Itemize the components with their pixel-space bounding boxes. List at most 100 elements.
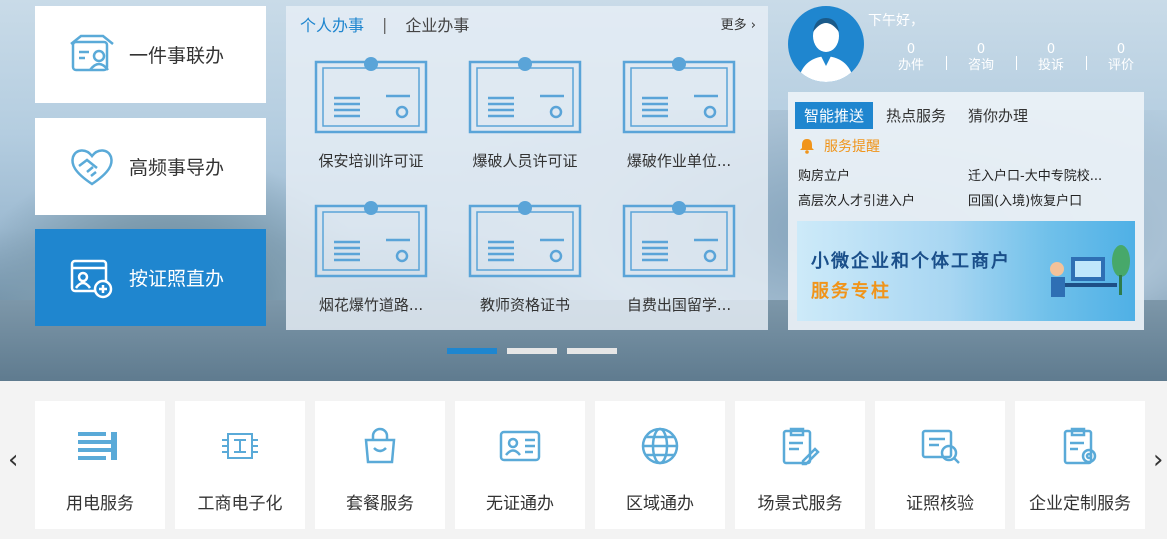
- stat-label: 办件: [897, 58, 924, 73]
- stat-consult[interactable]: 0 咨询: [946, 42, 1016, 74]
- bell-icon: [800, 139, 814, 154]
- card-label: 自费出国留学...: [626, 296, 732, 314]
- tile-by-license[interactable]: 按证照直办: [35, 229, 266, 326]
- certificate-icon: [468, 201, 582, 278]
- certificate-icon: [314, 57, 428, 134]
- link-return-registration[interactable]: 回国(入境)恢复户口: [968, 190, 1138, 209]
- service-cards-panel: 个人办事 | 企业办事 更多 › 保安培训许可证 爆破人员许可证 爆破作业单位.…: [286, 6, 768, 330]
- link-college-move-in[interactable]: 迁入户口-大中专院校...: [968, 165, 1138, 184]
- tab-separator: |: [382, 14, 388, 34]
- service-regional[interactable]: 区域通办: [595, 401, 725, 529]
- carousel-dot[interactable]: [567, 348, 617, 354]
- card-label: 教师资格证书: [479, 296, 570, 314]
- tab-hot-services[interactable]: 热点服务: [877, 102, 955, 129]
- tab-enterprise[interactable]: 企业办事: [405, 12, 469, 36]
- user-silhouette-icon: [798, 18, 854, 82]
- service-label: 无证通办: [486, 494, 554, 514]
- shopping-bag-icon: [315, 421, 445, 471]
- office-illustration-icon: [1050, 245, 1130, 297]
- service-label: 场景式服务: [757, 494, 843, 514]
- card-blasting-personnel[interactable]: 爆破人员许可证: [455, 56, 595, 171]
- chip-icon: [175, 421, 305, 471]
- service-label: 企业定制服务: [1029, 494, 1131, 514]
- service-reminder: 服务提醒: [798, 136, 880, 156]
- card-fireworks-road[interactable]: 烟花爆竹道路...: [301, 200, 441, 315]
- service-label: 区域通办: [626, 494, 694, 514]
- service-label: 工商电子化: [197, 494, 283, 514]
- banner-subtitle: 服务专柱: [811, 281, 891, 302]
- service-no-cert[interactable]: 无证通办: [455, 401, 585, 529]
- next-arrow-icon[interactable]: ›: [1153, 445, 1163, 475]
- stat-value: 0: [1046, 42, 1056, 57]
- certificate-icon: [314, 201, 428, 278]
- tab-guess[interactable]: 猜你办理: [959, 102, 1037, 129]
- recommended-links: 购房立户 迁入户口-大中专院校... 高层次人才引进入户 回国(入境)恢复户口: [798, 162, 1138, 212]
- tile-label: 按证照直办: [129, 268, 225, 290]
- user-summary: 下午好， 0 办件 0 咨询 0 投诉 0 评价: [788, 6, 1144, 90]
- recommendation-tabs: 智能推送 热点服务 猜你办理: [795, 102, 1041, 129]
- card-teacher-cert[interactable]: 教师资格证书: [455, 200, 595, 315]
- service-ic-e[interactable]: 工商电子化: [175, 401, 305, 529]
- chevron-right-icon: ›: [750, 18, 756, 33]
- tile-label: 高频事导办: [129, 157, 225, 179]
- link-row: 高层次人才引进入户 回国(入境)恢复户口: [798, 187, 1138, 212]
- certificate-icon: [622, 57, 736, 134]
- service-verify[interactable]: 证照核验: [875, 401, 1005, 529]
- link-house-purchase[interactable]: 购房立户: [798, 165, 968, 184]
- tile-high-frequency[interactable]: 高频事导办: [35, 118, 266, 215]
- carousel-dot[interactable]: [507, 348, 557, 354]
- stat-label: 评价: [1107, 58, 1134, 73]
- card-label: 爆破作业单位...: [626, 152, 732, 170]
- carousel-dot[interactable]: [447, 348, 497, 354]
- service-custom[interactable]: 企业定制服务: [1015, 401, 1145, 529]
- certificate-icon: [468, 57, 582, 134]
- globe-icon: [595, 421, 725, 471]
- tile-label: 一件事联办: [129, 45, 225, 67]
- more-label: 更多: [720, 18, 747, 33]
- card-label: 爆破人员许可证: [472, 152, 578, 170]
- tile-one-thing[interactable]: 一件事联办: [35, 6, 266, 103]
- stat-complaint[interactable]: 0 投诉: [1016, 42, 1086, 74]
- card-blasting-unit[interactable]: 爆破作业单位...: [609, 56, 749, 171]
- id-card-add-icon: [68, 256, 116, 300]
- recommendation-panel: 智能推送 热点服务 猜你办理 服务提醒 购房立户 迁入户口-大中专院校... 高…: [788, 92, 1144, 330]
- stat-value: 0: [1116, 42, 1126, 57]
- service-label: 套餐服务: [346, 494, 414, 514]
- link-talent-intro[interactable]: 高层次人才引进入户: [798, 190, 968, 209]
- certificate-search-icon: [875, 421, 1005, 471]
- id-card-icon: [455, 421, 585, 471]
- stat-label: 投诉: [1037, 58, 1064, 73]
- service-scenario[interactable]: 场景式服务: [735, 401, 865, 529]
- small-business-banner[interactable]: 小微企业和个体工商户 服务专柱: [797, 221, 1135, 321]
- stat-review[interactable]: 0 评价: [1086, 42, 1156, 74]
- service-label: 用电服务: [66, 494, 134, 514]
- tab-smart-push[interactable]: 智能推送: [795, 102, 874, 129]
- power-lines-icon: [35, 421, 165, 471]
- people-box-icon: [68, 33, 116, 77]
- service-tabs: 个人办事 | 企业办事: [300, 12, 469, 36]
- more-link[interactable]: 更多 ›: [721, 14, 756, 33]
- carousel-pagination: [447, 348, 627, 354]
- user-stats: 0 办件 0 咨询 0 投诉 0 评价: [876, 42, 1156, 74]
- banner-title: 小微企业和个体工商户: [811, 251, 1011, 272]
- card-label: 保安培训许可证: [318, 152, 424, 170]
- card-study-abroad[interactable]: 自费出国留学...: [609, 200, 749, 315]
- stat-value: 0: [906, 42, 916, 57]
- avatar[interactable]: [788, 6, 864, 82]
- service-package[interactable]: 套餐服务: [315, 401, 445, 529]
- link-row: 购房立户 迁入户口-大中专院校...: [798, 162, 1138, 187]
- clipboard-gear-icon: [1015, 421, 1145, 471]
- service-label: 证照核验: [906, 494, 974, 514]
- stat-cases[interactable]: 0 办件: [876, 42, 946, 74]
- service-electricity[interactable]: 用电服务: [35, 401, 165, 529]
- clipboard-pen-icon: [735, 421, 865, 471]
- card-security-training[interactable]: 保安培训许可证: [301, 56, 441, 171]
- card-label: 烟花爆竹道路...: [318, 296, 424, 314]
- tab-personal[interactable]: 个人办事: [300, 12, 364, 36]
- reminder-label: 服务提醒: [824, 139, 880, 155]
- handshake-icon: [68, 145, 116, 189]
- stat-label: 咨询: [967, 58, 994, 73]
- prev-arrow-icon[interactable]: ‹: [8, 445, 18, 475]
- certificate-icon: [622, 201, 736, 278]
- greeting-text: 下午好，: [868, 13, 924, 29]
